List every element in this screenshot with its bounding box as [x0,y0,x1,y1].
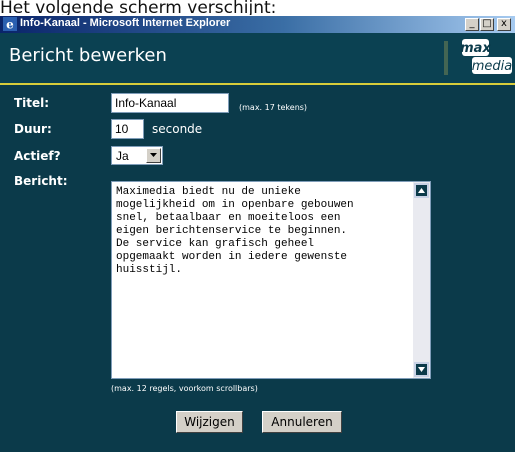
bericht-textarea-box [111,181,431,379]
window-title-bar: e Info-Kanaal - Microsoft Internet Explo… [0,16,515,33]
scrollbar[interactable] [413,182,430,378]
titel-input[interactable] [111,93,229,113]
dropdown-button[interactable] [146,148,161,163]
bericht-textarea[interactable] [112,182,412,378]
header-divider [0,83,515,85]
actief-select[interactable]: Ja [111,146,163,165]
close-button[interactable]: x [497,18,511,31]
logo-text-top: max [460,41,491,56]
actief-select-value: Ja [116,149,129,163]
ie-icon: e [3,17,17,31]
maximize-button[interactable]: □ [480,18,494,31]
maxmedia-logo: max media [436,36,515,80]
duur-input[interactable] [111,119,144,139]
cancel-button[interactable]: Annuleren [262,411,342,433]
bericht-label: Bericht: [14,174,68,188]
save-button[interactable]: Wijzigen [176,411,243,433]
titel-label: Titel: [14,96,50,110]
bericht-hint: (max. 12 regels, voorkom scrollbars) [111,384,258,393]
triangle-up-icon [418,188,425,193]
svg-text:e: e [6,18,14,32]
scroll-up-button[interactable] [414,183,429,198]
triangle-down-icon [418,367,425,372]
titel-hint: (max. 17 tekens) [239,103,308,112]
actief-label: Actief? [14,149,61,163]
duur-label: Duur: [14,122,52,136]
browser-window: e Info-Kanaal - Microsoft Internet Explo… [0,16,515,452]
page-title: Bericht bewerken [9,45,167,66]
logo-text-bottom: media [472,59,513,74]
window-title: Info-Kanaal - Microsoft Internet Explore… [20,17,231,29]
document-caption: Het volgende scherm verschijnt: [0,0,277,15]
scroll-down-button[interactable] [414,362,429,377]
chevron-down-icon [150,153,157,157]
minimize-button[interactable]: _ [465,18,479,31]
app-header: Bericht bewerken max media [0,33,515,83]
duur-unit: seconde [152,122,203,136]
